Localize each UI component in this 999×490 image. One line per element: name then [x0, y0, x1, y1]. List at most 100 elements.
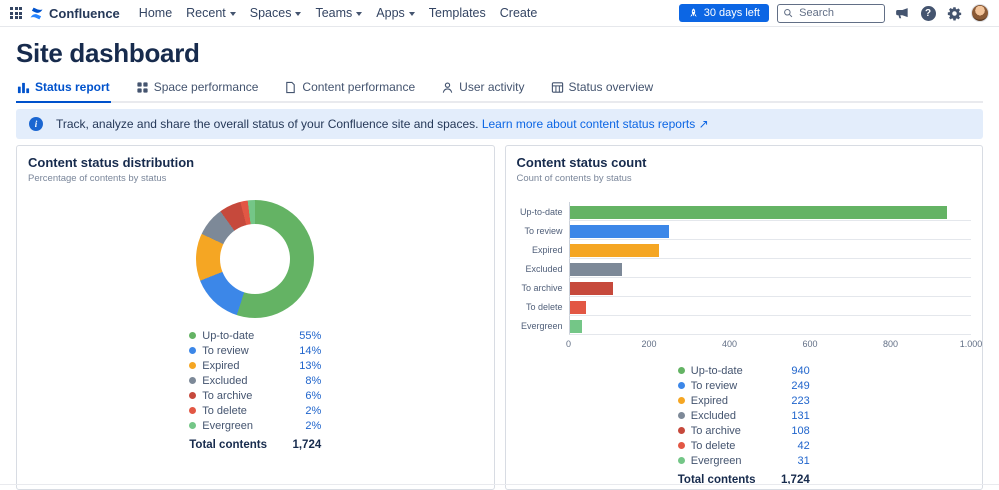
card-subtitle: Count of contents by status — [517, 173, 972, 184]
bar-category-label: To archive — [517, 283, 569, 293]
legend-value: 13% — [299, 360, 321, 372]
axis-tick-label: 400 — [722, 339, 737, 349]
bar-category-label: Evergreen — [517, 321, 569, 331]
bar — [570, 225, 670, 238]
nav-item-spaces[interactable]: Spaces — [243, 6, 309, 20]
bar-row: Evergreen — [517, 316, 972, 335]
chevron-down-icon — [409, 12, 415, 16]
brand-wordmark: Confluence — [49, 6, 120, 21]
bar-row: To archive — [517, 278, 972, 297]
bar-track — [569, 221, 972, 240]
tab-label: Content performance — [302, 80, 415, 94]
legend-dot — [678, 442, 685, 449]
banner-text: Track, analyze and share the overall sta… — [56, 117, 709, 131]
document-icon — [284, 81, 297, 94]
tab-status-report[interactable]: Status report — [16, 78, 111, 101]
help-icon[interactable]: ? — [919, 4, 937, 22]
legend-value: 131 — [791, 410, 809, 422]
legend-item: Up-to-date940 — [678, 363, 810, 378]
bar-row: Up-to-date — [517, 202, 972, 221]
bar-row: To review — [517, 221, 972, 240]
settings-gear-icon[interactable] — [945, 4, 963, 22]
tab-label: Status report — [35, 80, 110, 94]
nav-item-recent[interactable]: Recent — [179, 6, 243, 20]
bar-row: Expired — [517, 240, 972, 259]
announcements-icon[interactable] — [893, 4, 911, 22]
axis-tick-label: 200 — [641, 339, 656, 349]
tab-user-activity[interactable]: User activity — [440, 78, 525, 101]
legend-dot — [678, 412, 685, 419]
legend-item: Expired13% — [189, 358, 321, 373]
tab-label: User activity — [459, 80, 524, 94]
user-icon — [441, 81, 454, 94]
legend-dot — [189, 332, 196, 339]
spaces-grid-icon — [136, 81, 149, 94]
nav-label: Templates — [429, 6, 486, 20]
legend-item: To delete2% — [189, 403, 321, 418]
bar-category-label: Expired — [517, 245, 569, 255]
bar-category-label: Up-to-date — [517, 207, 569, 217]
nav-label: Home — [139, 6, 172, 20]
legend-label: Excluded — [202, 375, 299, 387]
info-banner: i Track, analyze and share the overall s… — [16, 109, 983, 139]
page-title: Site dashboard — [16, 38, 983, 69]
legend-value: 108 — [791, 425, 809, 437]
bar — [570, 263, 623, 276]
donut-legend: Up-to-date55%To review14%Expired13%Exclu… — [189, 328, 321, 451]
search-box[interactable] — [777, 4, 885, 23]
search-input[interactable] — [797, 6, 879, 20]
tab-status-overview[interactable]: Status overview — [550, 78, 655, 101]
learn-more-link[interactable]: Learn more about content status reports … — [482, 117, 709, 131]
bar-row: To delete — [517, 297, 972, 316]
bar — [570, 206, 947, 219]
total-value: 1,724 — [292, 439, 321, 451]
content-status-count-card: Content status count Count of contents b… — [505, 145, 984, 490]
legend-label: To delete — [691, 440, 792, 452]
question-mark-glyph: ? — [921, 6, 936, 21]
create-button[interactable]: Create — [493, 6, 545, 20]
chevron-down-icon — [295, 12, 301, 16]
app-switcher-icon[interactable] — [6, 3, 26, 23]
search-icon — [783, 7, 793, 19]
tab-space-performance[interactable]: Space performance — [135, 78, 260, 101]
chevron-down-icon — [356, 12, 362, 16]
legend-label: Up-to-date — [691, 365, 786, 377]
confluence-logo[interactable]: Confluence — [29, 6, 120, 21]
legend-dot — [678, 427, 685, 434]
nav-item-apps[interactable]: Apps — [369, 6, 422, 20]
legend-dot — [189, 392, 196, 399]
legend-value: 6% — [305, 390, 321, 402]
nav-item-templates[interactable]: Templates — [422, 6, 493, 20]
legend-total: Total contents1,724 — [189, 439, 321, 451]
bar-chart-icon — [17, 81, 30, 94]
card-title: Content status distribution — [28, 155, 483, 170]
bar-track — [569, 278, 972, 297]
legend-item: Expired223 — [678, 393, 810, 408]
bar-track — [569, 202, 972, 221]
tab-content-performance[interactable]: Content performance — [283, 78, 416, 101]
legend-item: Evergreen2% — [189, 418, 321, 433]
bar — [570, 301, 587, 314]
legend-value: 55% — [299, 330, 321, 342]
card-title: Content status count — [517, 155, 972, 170]
nav-item-teams[interactable]: Teams — [308, 6, 369, 20]
bar-category-label: To delete — [517, 302, 569, 312]
legend-label: Up-to-date — [202, 330, 293, 342]
x-axis: 02004006008001.000 — [517, 335, 972, 353]
footer-divider — [0, 484, 999, 485]
profile-avatar[interactable] — [971, 4, 989, 22]
nav-label: Create — [500, 6, 538, 20]
nav-label: Spaces — [250, 6, 292, 20]
table-icon — [551, 81, 564, 94]
tab-label: Status overview — [569, 80, 654, 94]
trial-days-left-button[interactable]: 30 days left — [679, 4, 769, 22]
legend-value: 42 — [798, 440, 810, 452]
card-subtitle: Percentage of contents by status — [28, 173, 483, 184]
axis-tick-label: 800 — [883, 339, 898, 349]
legend-dot — [678, 367, 685, 374]
bar-track — [569, 240, 972, 259]
nav-item-home[interactable]: Home — [132, 6, 179, 20]
bar-row: Excluded — [517, 259, 972, 278]
bar-track — [569, 316, 972, 335]
legend-label: Excluded — [691, 410, 786, 422]
